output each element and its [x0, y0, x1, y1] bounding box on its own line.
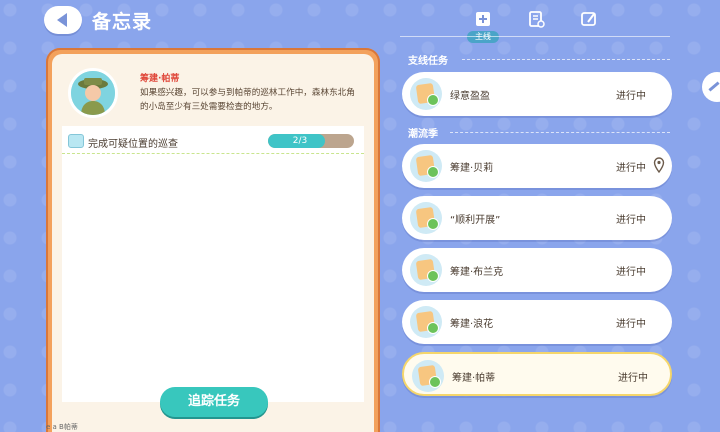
- task-map-icon: [68, 134, 84, 148]
- quest-scroll-icon: [410, 202, 442, 234]
- tab-document[interactable]: [521, 6, 551, 32]
- quest-scroll-icon: [410, 254, 442, 286]
- quest-card-selected[interactable]: 筹建·帕蒂 进行中: [402, 352, 672, 396]
- back-button[interactable]: [44, 6, 82, 34]
- quest-status: 进行中: [616, 267, 646, 278]
- section-divider: [462, 59, 670, 60]
- back-arrow-icon: [57, 13, 67, 27]
- header: 备忘录: [44, 6, 152, 34]
- quest-scroll-icon: [410, 78, 442, 110]
- pencil-note-icon: [581, 12, 596, 26]
- quest-card[interactable]: 筹建·贝莉 进行中: [402, 144, 672, 188]
- quest-card[interactable]: 绿意盈盈 进行中: [402, 72, 672, 116]
- tab-divider: [400, 36, 670, 37]
- quest-scroll-icon: [410, 306, 442, 338]
- npc-info: 筹建·帕蒂 如果感兴趣，可以参与到帕蒂的巡林工作中，森林东北角的小岛至少有三处需…: [52, 54, 374, 120]
- quest-status: 进行中: [616, 215, 646, 226]
- task-list: 完成可疑位置的巡查 2/3: [62, 126, 364, 402]
- check-icon: [427, 270, 439, 282]
- quest-name: 筹建·浪花: [450, 319, 494, 330]
- quest-scroll-icon: [412, 360, 444, 392]
- npc-avatar: [68, 68, 118, 118]
- quest-card[interactable]: 筹建·浪花 进行中: [402, 300, 672, 344]
- quest-name: 筹建·贝莉: [450, 163, 494, 174]
- task-label: 完成可疑位置的巡查: [88, 139, 178, 150]
- check-icon: [429, 376, 441, 388]
- npc-portrait-icon: [71, 71, 115, 115]
- check-icon: [427, 322, 439, 334]
- quest-card[interactable]: “顺利开展” 进行中: [402, 196, 672, 240]
- check-icon: [427, 218, 439, 230]
- pen-icon: [708, 81, 720, 92]
- task-progress-text: 2/3: [292, 136, 308, 146]
- quest-card[interactable]: 筹建·布兰克 进行中: [402, 248, 672, 292]
- edit-side-button[interactable]: [702, 72, 720, 102]
- footer-text: e a B帕蒂: [46, 423, 78, 431]
- quest-name: “顺利开展”: [450, 215, 501, 226]
- check-icon: [427, 94, 439, 106]
- quest-status: 进行中: [618, 373, 648, 384]
- tab-mainline[interactable]: [468, 6, 498, 32]
- quest-detail-panel: 筹建·帕蒂 如果感兴趣，可以参与到帕蒂的巡林工作中，森林东北角的小岛至少有三处需…: [46, 48, 380, 432]
- quest-name: 筹建·帕蒂: [452, 373, 496, 384]
- quest-status: 进行中: [616, 163, 646, 174]
- quest-status: 进行中: [616, 91, 646, 102]
- section-divider: [450, 132, 670, 133]
- quest-name: 绿意盈盈: [450, 91, 490, 102]
- mainline-quest-icon: [476, 12, 490, 26]
- quest-name: 筹建·布兰克: [450, 267, 504, 278]
- document-quest-icon: [529, 11, 545, 28]
- quest-description: 如果感兴趣，可以参与到帕蒂的巡林工作中，森林东北角的小岛至少有三处需要检查的地方…: [140, 88, 355, 112]
- quest-scroll-icon: [410, 150, 442, 182]
- task-progress-bar: 2/3: [268, 134, 354, 148]
- tab-notes[interactable]: [574, 6, 604, 32]
- check-icon: [427, 166, 439, 178]
- section-trend-season: 潮流季: [408, 129, 438, 140]
- track-quest-button[interactable]: 追踪任务: [160, 387, 268, 417]
- task-item: 完成可疑位置的巡查 2/3: [62, 132, 364, 154]
- active-tab-badge: 主线: [467, 31, 499, 43]
- quest-detail-content: 筹建·帕蒂 如果感兴趣，可以参与到帕蒂的巡林工作中，森林东北角的小岛至少有三处需…: [52, 54, 374, 432]
- quest-status: 进行中: [616, 319, 646, 330]
- npc-name: 筹建·帕蒂: [140, 74, 180, 84]
- page-title: 备忘录: [92, 10, 153, 33]
- section-side-quests: 支线任务: [408, 56, 448, 67]
- location-pin-icon: [653, 157, 665, 173]
